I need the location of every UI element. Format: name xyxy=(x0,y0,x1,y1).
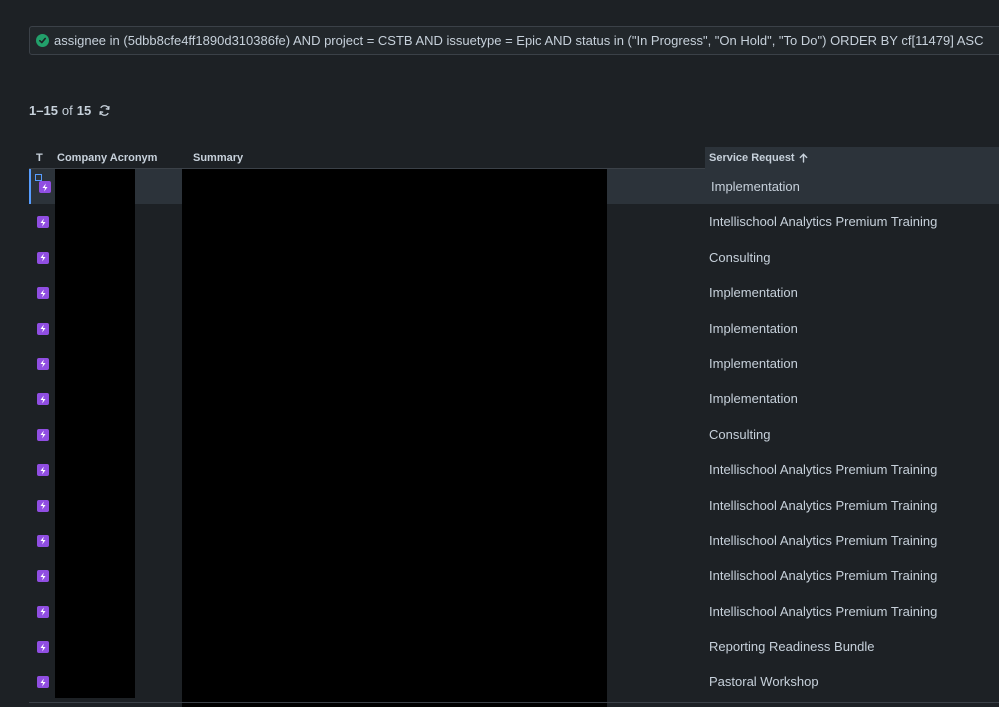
results-range: 1–15 xyxy=(29,102,58,118)
cell-service-request: Intellischool Analytics Premium Training xyxy=(709,603,938,619)
issue-search-view: assignee in (5dbb8cfe4ff1890d310386fe) A… xyxy=(0,0,999,707)
epic-icon[interactable] xyxy=(37,605,49,618)
cell-service-request: Intellischool Analytics Premium Training xyxy=(709,214,938,230)
epic-icon[interactable] xyxy=(37,251,49,264)
cell-service-request: Intellischool Analytics Premium Training xyxy=(709,532,938,548)
epic-icon[interactable] xyxy=(37,676,49,689)
cell-service-request: Intellischool Analytics Premium Training xyxy=(709,568,938,584)
table-header: T Company Acronym Summary Service Reques… xyxy=(29,147,999,169)
redacted-summary-column xyxy=(182,169,607,707)
epic-icon[interactable] xyxy=(39,181,51,193)
column-header-type[interactable]: T xyxy=(36,147,43,169)
cell-service-request: Implementation xyxy=(709,391,798,407)
column-header-company-acronym[interactable]: Company Acronym xyxy=(57,147,157,169)
cell-service-request: Implementation xyxy=(711,179,800,194)
cell-service-request: Consulting xyxy=(709,249,771,265)
results-of-label: of xyxy=(61,102,73,118)
cell-service-request: Intellischool Analytics Premium Training xyxy=(709,497,938,513)
epic-icon[interactable] xyxy=(37,428,49,441)
refresh-icon[interactable] xyxy=(97,103,111,117)
cell-service-request: Implementation xyxy=(709,320,798,336)
cell-service-request: Intellischool Analytics Premium Training xyxy=(709,462,938,478)
epic-icon[interactable] xyxy=(37,322,49,335)
column-header-service-request-label: Service Request xyxy=(709,152,795,164)
arrow-up-icon[interactable] xyxy=(799,153,808,163)
redacted-company-column xyxy=(55,169,135,698)
check-circle-icon xyxy=(36,34,49,47)
epic-icon[interactable] xyxy=(37,393,49,406)
column-header-service-request[interactable]: Service Request xyxy=(705,147,999,169)
epic-icon[interactable] xyxy=(37,464,49,477)
table-bottom-divider xyxy=(29,702,999,703)
results-count: 1–15 of 15 xyxy=(29,101,111,119)
epic-icon[interactable] xyxy=(37,287,49,300)
cell-service-request: Consulting xyxy=(709,426,771,442)
cell-service-request: Reporting Readiness Bundle xyxy=(709,639,875,655)
epic-icon[interactable] xyxy=(37,641,49,654)
epic-icon[interactable] xyxy=(37,216,49,229)
results-total: 15 xyxy=(76,102,92,118)
epic-icon[interactable] xyxy=(37,357,49,370)
jql-query-text[interactable]: assignee in (5dbb8cfe4ff1890d310386fe) A… xyxy=(54,33,984,48)
epic-icon[interactable] xyxy=(37,570,49,583)
column-header-summary[interactable]: Summary xyxy=(193,147,243,169)
cell-service-request: Implementation xyxy=(709,355,798,371)
jql-query-field[interactable]: assignee in (5dbb8cfe4ff1890d310386fe) A… xyxy=(29,26,999,55)
epic-icon[interactable] xyxy=(37,499,49,512)
epic-icon[interactable] xyxy=(37,534,49,547)
cell-service-request: Pastoral Workshop xyxy=(709,674,819,690)
row-focus-indicator xyxy=(35,174,42,181)
cell-service-request: Implementation xyxy=(709,285,798,301)
